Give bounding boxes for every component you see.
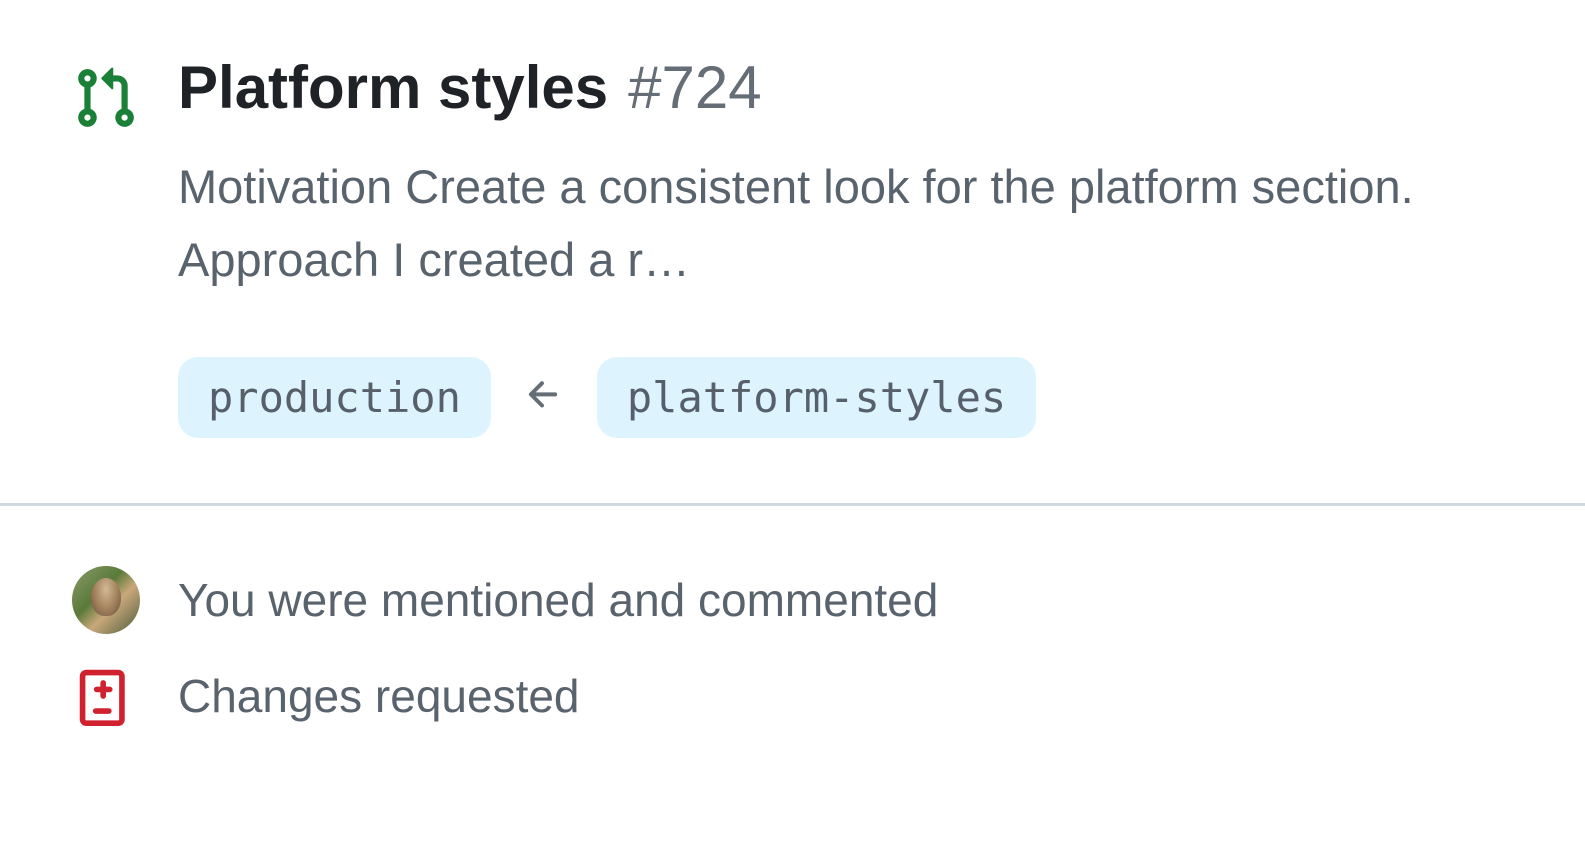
review-status-row: Changes requested [72, 666, 1505, 726]
head-branch-label[interactable]: platform-styles [597, 357, 1036, 438]
pr-description: Motivation Create a consistent look for … [178, 151, 1498, 297]
branch-comparison: production platform-styles [178, 357, 1505, 438]
file-diff-icon [72, 666, 140, 726]
pr-title: Platform styles [178, 55, 608, 121]
mention-row: You were mentioned and commented [72, 566, 1505, 634]
mention-text: You were mentioned and commented [178, 573, 938, 627]
pull-request-open-icon [72, 65, 138, 136]
divider [0, 503, 1585, 506]
base-branch-label[interactable]: production [178, 357, 491, 438]
arrow-left-icon [523, 374, 565, 421]
pr-number: #724 [628, 55, 761, 121]
user-avatar[interactable] [72, 566, 140, 634]
pr-content: Platform styles #724 Motivation Create a… [178, 55, 1505, 503]
pr-summary-card[interactable]: Platform styles #724 Motivation Create a… [0, 0, 1585, 726]
pr-title-row: Platform styles #724 [178, 55, 1505, 121]
pr-header: Platform styles #724 Motivation Create a… [72, 55, 1505, 503]
pr-meta-section: You were mentioned and commented Changes… [72, 566, 1505, 726]
review-status-text: Changes requested [178, 669, 580, 723]
